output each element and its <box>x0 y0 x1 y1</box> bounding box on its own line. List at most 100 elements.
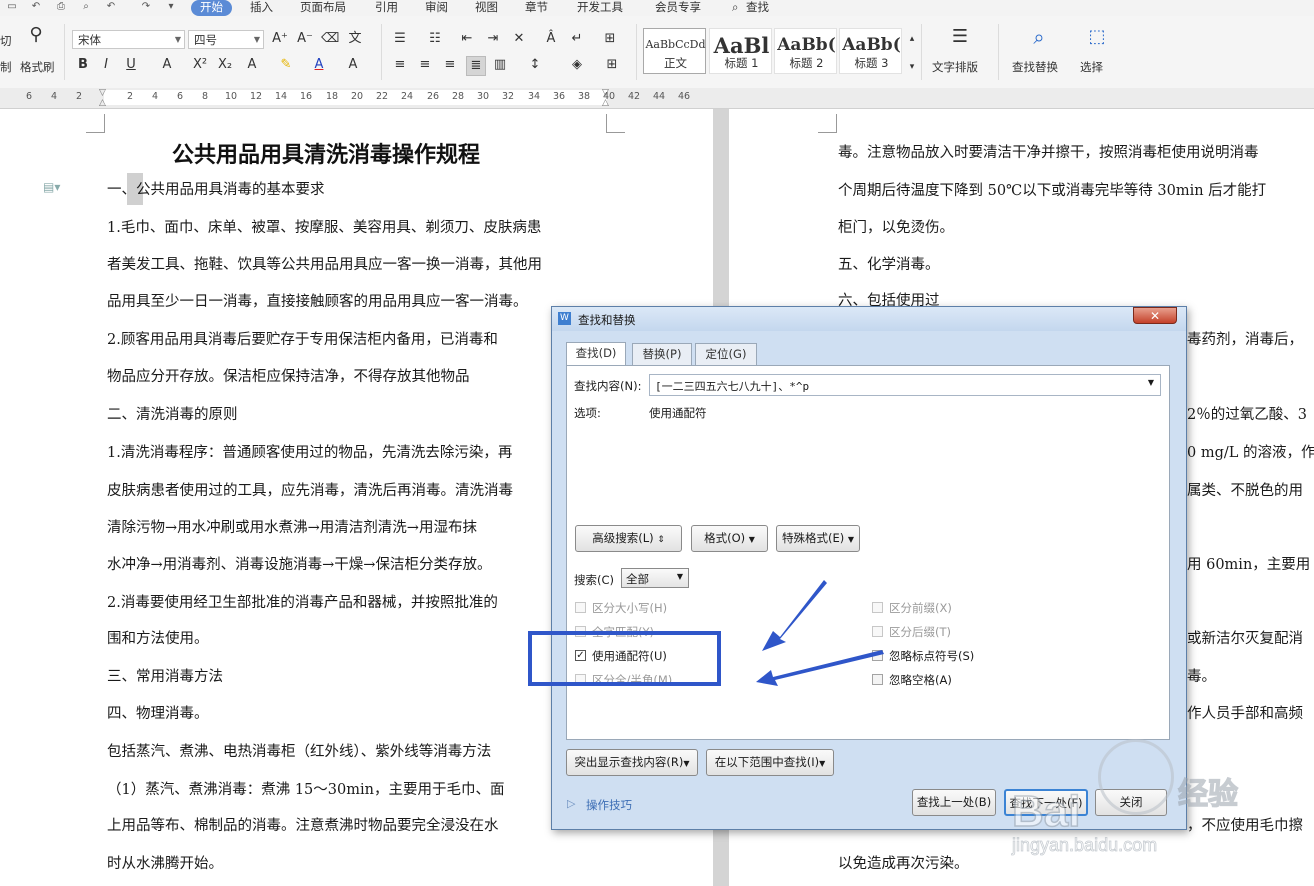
collapse-icon: ⇕ <box>657 535 665 545</box>
tab-review[interactable]: 审阅 <box>425 0 448 16</box>
underline-icon[interactable]: U <box>122 56 140 74</box>
tab-developer[interactable]: 开发工具 <box>577 0 623 16</box>
tab-member[interactable]: 会员专享 <box>655 0 701 16</box>
tab-references[interactable]: 引用 <box>375 0 398 16</box>
align-right-icon[interactable]: ≡ <box>441 56 459 74</box>
chevron-down-icon: ▼ <box>748 535 755 544</box>
find-input[interactable]: [一二三四五六七八九十]、*^p ▼ <box>649 374 1161 396</box>
font-size-select[interactable]: 四号 ▼ <box>188 30 264 49</box>
print-preview-icon[interactable]: ⌕ <box>80 1 92 13</box>
italic-icon[interactable]: I <box>97 56 115 74</box>
outdent-icon[interactable]: ⇤ <box>458 30 476 48</box>
line-spacing-icon[interactable]: ↕ <box>526 56 544 74</box>
text-layout-icon[interactable]: ☰ <box>951 28 969 46</box>
select-icon[interactable]: ⬚ <box>1088 28 1106 46</box>
doc-line: 1.清洗消毒程序：普通顾客使用过的物品，先清洗去除污染，再 <box>107 445 513 461</box>
tab-find[interactable]: 查找 <box>746 0 769 16</box>
find-replace-label[interactable]: 查找替换 <box>1012 59 1058 75</box>
char-border-icon[interactable]: A <box>344 56 362 74</box>
subscript-icon[interactable]: X₂ <box>216 56 234 74</box>
copy-label[interactable]: 制 <box>0 59 12 75</box>
font-name-select[interactable]: 宋体 ▼ <box>72 30 185 49</box>
undo-history-icon[interactable]: ↶ <box>30 1 42 13</box>
chevron-down-icon: ▼ <box>676 572 683 581</box>
tab-chapter[interactable]: 章节 <box>525 0 548 16</box>
close-icon[interactable]: ✕ <box>1133 307 1177 324</box>
find-previous-button[interactable]: 查找上一处(B) <box>912 789 996 816</box>
border-icon[interactable]: ⊞ <box>603 56 621 74</box>
find-in-scope-button[interactable]: 在以下范围中查找(I)▼ <box>706 749 834 776</box>
font-color-icon[interactable]: A <box>310 56 328 74</box>
tips-link[interactable]: 操作技巧 <box>586 797 632 813</box>
style-heading-3[interactable]: AaBb( 标题 3 <box>839 28 902 74</box>
phonetic-icon[interactable]: 文 <box>346 30 364 48</box>
format-button[interactable]: 格式(O) ▼ <box>691 525 768 552</box>
clear-format-icon[interactable]: ⌫ <box>321 30 339 48</box>
save-icon[interactable]: ▭ <box>6 1 18 13</box>
doc-line: 1.毛巾、面巾、床单、被罩、按摩服、美容用具、剃须刀、皮肤病患 <box>107 220 542 236</box>
divider <box>64 24 65 80</box>
bold-icon[interactable]: B <box>74 56 92 74</box>
style-scroll-down-icon[interactable]: ▾ <box>903 58 921 76</box>
print-icon[interactable]: ⎙ <box>55 1 67 13</box>
highlight-results-button[interactable]: 突出显示查找内容(R)▼ <box>566 749 698 776</box>
chinese-layout-icon[interactable]: ✕ <box>510 30 528 48</box>
superscript-icon[interactable]: X² <box>191 56 209 74</box>
match-case-checkbox[interactable] <box>575 602 586 613</box>
indent-icon[interactable]: ⇥ <box>484 30 502 48</box>
doc-line: 2.消毒要使用经卫生部批准的消毒产品和器械，并按照批准的 <box>107 595 498 611</box>
ruler-number: 24 <box>401 91 414 102</box>
style-heading-2[interactable]: AaBb( 标题 2 <box>774 28 837 74</box>
numbered-list-icon[interactable]: ☷ <box>426 30 444 48</box>
grow-font-icon[interactable]: A⁺ <box>271 30 289 48</box>
find-replace-icon[interactable]: ⌕ <box>1030 27 1048 47</box>
style-heading-1[interactable]: AaBl 标题 1 <box>709 28 772 74</box>
chevron-down-icon[interactable]: ▼ <box>1148 378 1154 387</box>
tab-replace[interactable]: 替换(P) <box>632 343 692 365</box>
align-center-icon[interactable]: ≡ <box>416 56 434 74</box>
paragraph-handle-icon[interactable]: ▤▾ <box>43 180 60 194</box>
show-marks-icon[interactable]: ↵ <box>568 30 586 48</box>
tab-goto[interactable]: 定位(G) <box>695 343 757 365</box>
text-effect-icon[interactable]: A <box>243 56 261 74</box>
search-direction-select[interactable]: 全部 ▼ <box>621 568 689 588</box>
sort-icon[interactable]: Â <box>542 30 560 48</box>
bullet-list-icon[interactable]: ☰ <box>391 30 409 48</box>
tab-find[interactable]: 查找(D) <box>566 342 626 366</box>
doc-line: 柜门，以免烫伤。 <box>838 220 954 236</box>
advanced-search-button[interactable]: 高级搜索(L) ⇕ <box>575 525 682 552</box>
undo-icon[interactable]: ↶ <box>105 1 117 13</box>
tab-view[interactable]: 视图 <box>475 0 498 16</box>
shrink-font-icon[interactable]: A⁻ <box>296 30 314 48</box>
style-preview: AaBbCcDd <box>645 38 706 51</box>
tab-insert[interactable]: 插入 <box>250 0 273 16</box>
highlight-icon[interactable]: ✎ <box>277 56 295 74</box>
special-format-button[interactable]: 特殊格式(E) ▼ <box>776 525 860 552</box>
cut-label[interactable]: 切 <box>0 33 12 49</box>
ruler[interactable]: ▽ △ ▽ △ 6 4 2 2 4 6 8 10 12 14 16 18 20 22… <box>0 88 1314 109</box>
justify-icon[interactable]: ≣ <box>466 56 486 76</box>
dialog-titlebar[interactable]: W 查找和替换 ✕ <box>552 307 1186 331</box>
indent-marker-icon[interactable]: ▽ △ <box>99 88 109 108</box>
tab-page-layout[interactable]: 页面布局 <box>300 0 346 16</box>
text-layout-label[interactable]: 文字排版 <box>932 59 978 75</box>
doc-line: 时从水沸腾开始。 <box>107 856 223 872</box>
doc-line: 2％的过氧乙酸、3 <box>1187 407 1307 423</box>
shading-icon[interactable]: ◈ <box>568 56 586 74</box>
table-icon[interactable]: ⊞ <box>601 30 619 48</box>
ribbon: 切 制 ⚲ 格式刷 宋体 ▼ 四号 ▼ A⁺ A⁻ ⌫ 文 B I U A X² X… <box>0 16 1314 89</box>
select-label[interactable]: 选择 <box>1080 59 1103 75</box>
distribute-icon[interactable]: ▥ <box>491 56 509 74</box>
redo-icon[interactable]: ↷ <box>140 1 152 13</box>
tips-play-icon[interactable]: ▷ <box>567 797 575 810</box>
dropdown-icon[interactable]: ▾ <box>165 1 177 13</box>
style-scroll-up-icon[interactable]: ▴ <box>903 30 921 48</box>
format-painter-label[interactable]: 格式刷 <box>20 59 55 75</box>
tab-home[interactable]: 开始 <box>191 0 232 16</box>
format-painter-icon[interactable]: ⚲ <box>27 26 45 44</box>
search-icon[interactable]: ⌕ <box>732 0 738 16</box>
ruler-number: 40 <box>603 91 616 102</box>
style-normal[interactable]: AaBbCcDd 正文 <box>643 28 706 74</box>
strikethrough-icon[interactable]: A <box>158 56 176 74</box>
align-left-icon[interactable]: ≡ <box>391 56 409 74</box>
